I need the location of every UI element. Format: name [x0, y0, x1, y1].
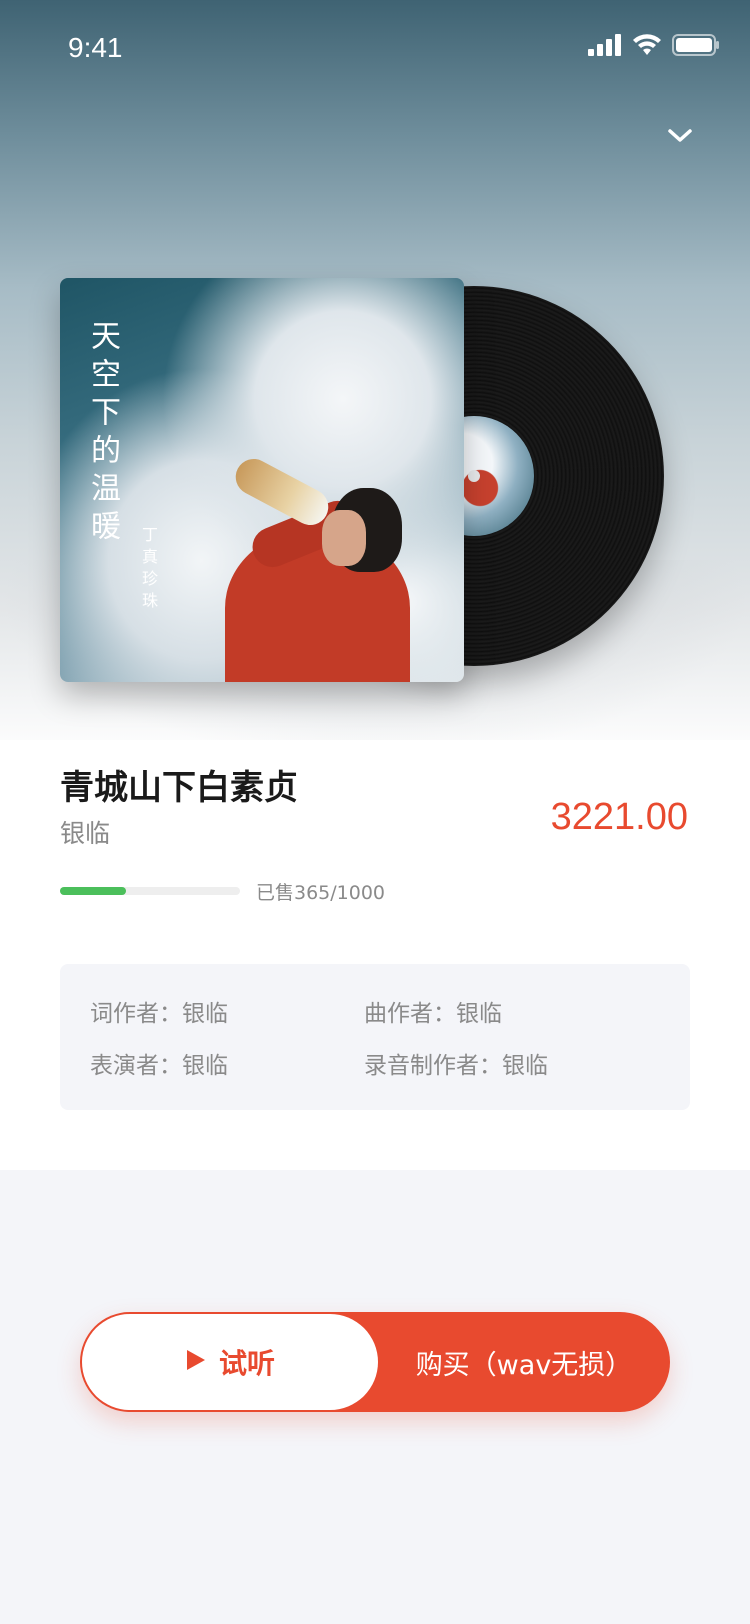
artist-name[interactable]: 银临: [60, 814, 110, 850]
credit-lyricist: 词作者：银临: [90, 1001, 228, 1027]
buy-button-label: 购买（wav无损）: [415, 1349, 633, 1381]
collapse-button[interactable]: [660, 118, 700, 158]
status-icons: [588, 34, 720, 60]
wifi-icon: [632, 34, 662, 60]
battery-icon: [672, 34, 720, 60]
sold-count: 已售365/1000: [256, 882, 386, 904]
action-buttons: 试听 购买（wav无损）: [80, 1312, 670, 1412]
song-info-card: 青城山下白素贞 银临 3221.00 已售365/1000 词作者：银临 曲作者…: [0, 740, 750, 1170]
cover-title: 天空下的温暖: [85, 320, 120, 548]
credits-panel: 词作者：银临 曲作者：银临 表演者：银临 录音制作者：银临: [60, 964, 690, 1110]
preview-button[interactable]: 试听: [82, 1314, 378, 1410]
cover-figure-face: [322, 510, 366, 566]
song-title: 青城山下白素贞: [60, 768, 298, 808]
chevron-down-icon: [667, 128, 693, 148]
buy-button[interactable]: 购买（wav无损）: [378, 1312, 670, 1412]
vinyl-hole: [468, 470, 480, 482]
cover-artist: 丁真珍珠: [139, 526, 158, 614]
price: 3221.00: [550, 796, 688, 838]
album-cover: 天空下的温暖 丁真珍珠: [60, 278, 464, 682]
status-time: 9:41: [68, 32, 123, 63]
credit-performer: 表演者：银临: [90, 1053, 228, 1079]
credit-producer: 录音制作者：银临: [364, 1053, 548, 1079]
signal-icon: [588, 34, 622, 60]
cover-figure-bottle: [229, 452, 335, 532]
sales-progress-fill: [60, 887, 126, 895]
status-bar: 9:41: [0, 0, 750, 96]
credit-composer: 曲作者：银临: [364, 1001, 502, 1027]
sales-progress-bar: [60, 887, 240, 895]
preview-button-label: 试听: [218, 1347, 275, 1380]
play-icon: [185, 1348, 207, 1376]
